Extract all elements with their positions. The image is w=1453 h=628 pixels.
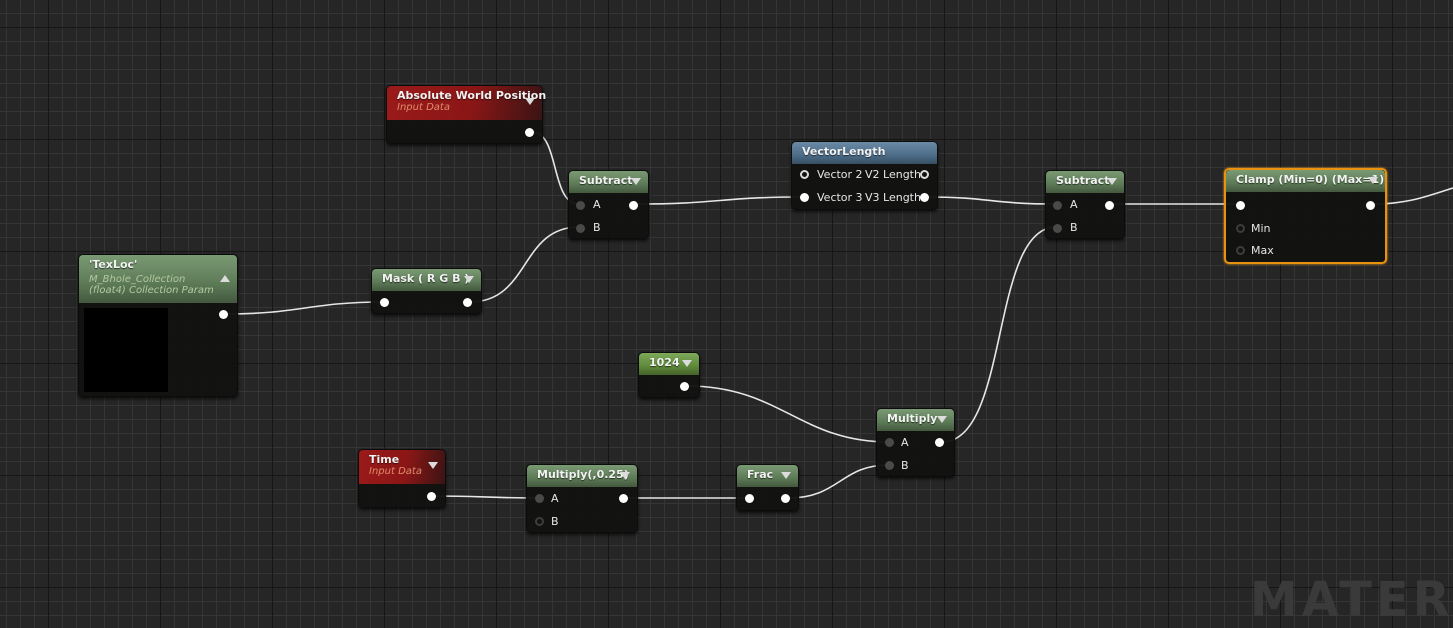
node-subtract[interactable]: Subtract A B xyxy=(568,170,649,239)
wire-texloc-to-mask[interactable] xyxy=(225,301,385,315)
pin-label-b: B xyxy=(901,459,909,472)
output-pin[interactable] xyxy=(619,494,628,503)
pin-label-vector2: Vector 2 xyxy=(817,168,863,181)
graph-watermark: MATERIAL xyxy=(1250,572,1453,628)
output-pin[interactable] xyxy=(427,492,436,501)
input-pin-vector2[interactable] xyxy=(800,170,809,179)
input-pin-a[interactable] xyxy=(885,438,894,447)
output-pin[interactable] xyxy=(781,494,790,503)
output-pin[interactable] xyxy=(629,201,638,210)
node-subtitle: Input Data xyxy=(369,466,422,477)
pin-label-b: B xyxy=(593,221,601,234)
node-subtract-2[interactable]: Subtract A B xyxy=(1045,170,1125,239)
pin-label-vector3: Vector 3 xyxy=(817,191,863,204)
node-title: Multiply(,0.25) xyxy=(537,468,629,481)
node-title: Subtract xyxy=(1056,174,1110,187)
node-title: VectorLength xyxy=(802,145,886,158)
preview-thumbnail xyxy=(84,308,168,392)
node-title: Absolute World Position xyxy=(397,89,547,102)
node-texloc-collection-param[interactable]: 'TexLoc' M_Bhole_Collection (float4) Col… xyxy=(78,254,238,397)
collapse-arrow-icon[interactable] xyxy=(620,472,630,479)
node-subtitle-type: (float4) Collection Param xyxy=(89,285,214,296)
pin-label-a: A xyxy=(593,198,601,211)
collapse-arrow-icon[interactable] xyxy=(525,98,535,105)
output-pin[interactable] xyxy=(525,128,534,137)
node-constant-1024[interactable]: 1024 xyxy=(638,352,700,398)
output-pin-v3-length[interactable] xyxy=(920,193,929,202)
node-subtitle-collection: M_Bhole_Collection xyxy=(89,274,186,285)
output-pin[interactable] xyxy=(680,382,689,391)
node-frac[interactable]: Frac xyxy=(736,464,799,511)
pin-label-a: A xyxy=(1070,198,1078,211)
pin-label-min: Min xyxy=(1251,222,1271,235)
pin-label-b: B xyxy=(1070,221,1078,234)
input-pin-min[interactable] xyxy=(1236,224,1245,233)
output-pin[interactable] xyxy=(219,310,228,319)
wire-frac-to-multiply-b[interactable] xyxy=(787,464,890,499)
collapse-arrow-icon[interactable] xyxy=(781,472,791,479)
pin-label-a: A xyxy=(551,492,559,505)
pin-label-b: B xyxy=(551,515,559,528)
input-pin-max[interactable] xyxy=(1236,246,1245,255)
node-clamp[interactable]: Clamp (Min=0) (Max=1) Min Max xyxy=(1224,168,1387,264)
node-title: Multiply xyxy=(887,412,938,425)
node-title: Subtract xyxy=(579,174,633,187)
input-pin-vector3[interactable] xyxy=(800,193,809,202)
wire-time-to-multiply025[interactable] xyxy=(433,495,541,499)
pin-label-a: A xyxy=(901,436,909,449)
wire-1024-to-multiply-a[interactable] xyxy=(686,385,890,443)
input-pin-a[interactable] xyxy=(535,494,544,503)
input-pin-a[interactable] xyxy=(576,201,585,210)
collapse-arrow-icon[interactable] xyxy=(631,178,641,185)
node-time[interactable]: Time Input Data xyxy=(358,449,446,508)
node-multiply-025[interactable]: Multiply(,0.25) A B xyxy=(526,464,638,533)
input-pin-b[interactable] xyxy=(576,224,585,233)
node-title: Clamp (Min=0) (Max=1) xyxy=(1236,173,1385,186)
collapse-arrow-icon[interactable] xyxy=(1107,178,1117,185)
node-mask-rgb[interactable]: Mask ( R G B ) xyxy=(371,268,482,314)
input-pin-b[interactable] xyxy=(885,461,894,470)
input-pin-b[interactable] xyxy=(535,517,544,526)
input-pin-b[interactable] xyxy=(1053,224,1062,233)
pin-label-v3-length: V3 Length xyxy=(865,191,921,204)
input-pin-a[interactable] xyxy=(1053,201,1062,210)
pin-label-max: Max xyxy=(1251,244,1274,257)
output-pin[interactable] xyxy=(1105,201,1114,210)
node-vector-length[interactable]: VectorLength Vector 2 V2 Length Vector 3… xyxy=(791,141,938,210)
node-title: 'TexLoc' xyxy=(89,258,138,271)
output-pin[interactable] xyxy=(463,298,472,307)
node-title: Mask ( R G B ) xyxy=(382,272,470,285)
node-title: Time xyxy=(369,453,400,466)
expand-arrow-icon[interactable] xyxy=(220,275,230,282)
collapse-arrow-icon[interactable] xyxy=(937,416,947,423)
input-pin[interactable] xyxy=(380,298,389,307)
output-pin-v2-length[interactable] xyxy=(920,170,929,179)
wire-subtract-to-vectorlength[interactable] xyxy=(635,196,805,205)
input-pin[interactable] xyxy=(1236,201,1245,210)
node-multiply[interactable]: Multiply A B xyxy=(876,408,955,477)
collapse-arrow-icon[interactable] xyxy=(428,462,438,469)
pin-label-v2-length: V2 Length xyxy=(865,168,921,181)
output-pin[interactable] xyxy=(935,438,944,447)
collapse-arrow-icon[interactable] xyxy=(464,276,474,283)
collapse-arrow-icon[interactable] xyxy=(682,360,692,367)
node-absolute-world-position[interactable]: Absolute World Position Input Data xyxy=(386,85,547,144)
collapse-arrow-icon[interactable] xyxy=(1368,177,1378,184)
node-subtitle: Input Data xyxy=(397,102,450,113)
wire-vectorlength-to-subtract2-a[interactable] xyxy=(925,196,1057,205)
wire-mask-to-subtract-b[interactable] xyxy=(469,226,580,303)
input-pin[interactable] xyxy=(745,494,754,503)
output-pin[interactable] xyxy=(1366,201,1375,210)
wire-multiply-to-subtract2-b[interactable] xyxy=(941,226,1057,443)
